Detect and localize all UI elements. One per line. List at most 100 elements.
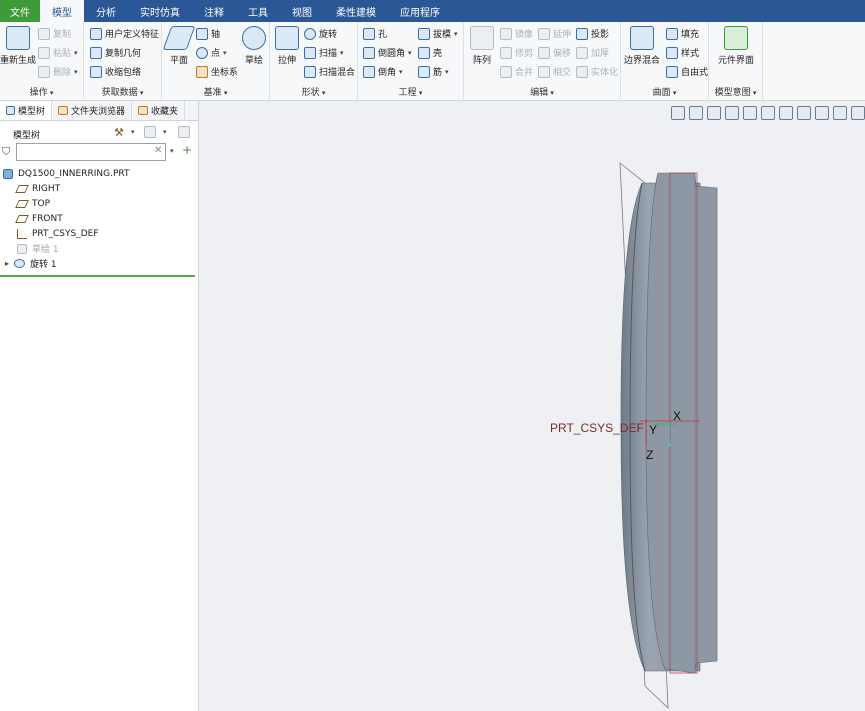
shrinkwrap-label: 收缩包络 — [105, 68, 142, 78]
group-shapes-label[interactable]: 形状 — [270, 85, 357, 98]
group-operations-label[interactable]: 操作 — [0, 85, 83, 98]
tab-folder-browser[interactable]: 文件夹浏览器 — [52, 101, 133, 120]
rib-button[interactable]: 筋 ▾ — [418, 65, 449, 78]
tab-favorites[interactable]: 收藏夹 — [132, 101, 186, 120]
group-surfaces-label[interactable]: 曲面 — [621, 85, 708, 98]
plane-button[interactable]: 平面 — [162, 26, 196, 66]
group-get-data-label[interactable]: 获取数据 — [84, 85, 161, 98]
regenerate-button[interactable]: 重新生成 — [0, 26, 36, 66]
chevron-down-icon[interactable]: ▾ — [170, 147, 174, 155]
boundary-blend-button[interactable]: 边界混合 — [623, 26, 661, 66]
tree-item-top[interactable]: TOP — [15, 196, 51, 211]
tab-analysis[interactable]: 分析 — [84, 0, 128, 22]
trim-button[interactable]: 修剪 — [500, 46, 533, 59]
tree-search-input[interactable] — [16, 143, 166, 161]
show-icon[interactable] — [144, 126, 156, 138]
delete-icon — [38, 65, 50, 78]
thicken-button[interactable]: 加厚 — [576, 46, 609, 59]
add-icon[interactable]: + — [182, 143, 192, 157]
chevron-down-icon[interactable]: ▾ — [131, 128, 135, 136]
component-interface-label: 元件界面 — [717, 56, 754, 66]
freestyle-button[interactable]: 自由式 — [666, 65, 708, 78]
group-editing-label[interactable]: 编辑 — [464, 85, 620, 98]
tab-file[interactable]: 文件 — [0, 0, 40, 22]
offset-button[interactable]: 偏移 — [538, 46, 571, 59]
expand-icon[interactable]: ▸ — [5, 259, 9, 268]
hole-button[interactable]: 孔 — [363, 27, 387, 40]
extrude-button[interactable]: 拉伸 — [273, 26, 301, 66]
trim-icon — [500, 46, 512, 59]
group-datum-label[interactable]: 基准 — [162, 85, 269, 98]
component-interface-button[interactable]: 元件界面 — [713, 26, 759, 66]
swept-blend-button[interactable]: 扫描混合 — [304, 65, 355, 78]
tree-item-revolve[interactable]: ▸ 旋转 1 — [5, 256, 57, 271]
tree-item-right[interactable]: RIGHT — [15, 181, 60, 196]
style-button[interactable]: 样式 — [666, 46, 699, 59]
point-icon — [196, 46, 208, 59]
tab-flexible-modeling[interactable]: 柔性建模 — [324, 0, 388, 22]
chevron-down-icon: ▾ — [454, 29, 458, 38]
tab-annotate[interactable]: 注释 — [192, 0, 236, 22]
copy-button[interactable]: 复制 — [38, 27, 71, 40]
group-model-intent-label[interactable]: 模型意图 — [709, 85, 762, 98]
tree-item-sketch[interactable]: 草绘 1 — [17, 241, 59, 256]
style-icon — [666, 46, 678, 59]
tree-filter: ⛉ ✕ ▾ + — [2, 143, 198, 163]
filter-icon[interactable]: ⛉ — [2, 145, 10, 159]
tab-applications[interactable]: 应用程序 — [388, 0, 452, 22]
tree-item-label: TOP — [32, 198, 51, 209]
group-datum: 平面 轴 点 ▾ 坐标系 草绘 基准 — [162, 22, 270, 101]
copy-geometry-button[interactable]: 复制几何 — [90, 46, 141, 59]
csys-name-label: PRT_CSYS_DEF — [550, 421, 644, 435]
revolve-button[interactable]: 旋转 — [304, 27, 337, 40]
tab-live-simulation[interactable]: 实时仿真 — [128, 0, 192, 22]
tab-model-tree[interactable]: 模型树 — [0, 101, 53, 120]
tree-item-csys[interactable]: PRT_CSYS_DEF — [17, 226, 99, 241]
pattern-button[interactable]: 阵列 — [468, 26, 496, 66]
settings-icon[interactable]: ⚒ — [114, 126, 124, 139]
axis-button[interactable]: 轴 — [196, 27, 220, 40]
merge-button[interactable]: 合并 — [500, 65, 533, 78]
project-button[interactable]: 投影 — [576, 27, 609, 40]
model-tree-icon — [6, 106, 15, 115]
udf-button[interactable]: 用户定义特征 — [90, 27, 159, 40]
sketch-button[interactable]: 草绘 — [240, 26, 268, 66]
tree-item-part[interactable]: DQ1500_INNERRING.PRT — [3, 166, 129, 181]
chevron-down-icon: ▾ — [408, 48, 412, 57]
mirror-button[interactable]: 镜像 — [500, 27, 533, 40]
extend-button[interactable]: 延伸 — [538, 27, 571, 40]
regenerate-icon — [6, 26, 30, 50]
chamfer-button[interactable]: 倒角 ▾ — [363, 65, 403, 78]
tab-model[interactable]: 模型 — [40, 0, 84, 22]
csys-icon — [196, 65, 208, 78]
tree-item-front[interactable]: FRONT — [15, 211, 63, 226]
clear-icon[interactable]: ✕ — [154, 145, 162, 156]
shell-button[interactable]: 壳 — [418, 46, 442, 59]
tab-view[interactable]: 视图 — [280, 0, 324, 22]
shell-label: 壳 — [433, 49, 443, 59]
extend-label: 延伸 — [553, 30, 572, 40]
point-button[interactable]: 点 ▾ — [196, 46, 227, 59]
tree-columns-icon[interactable] — [178, 126, 190, 138]
intersect-button[interactable]: 相交 — [538, 65, 571, 78]
group-surfaces: 边界混合 填充 样式 自由式 曲面 — [621, 22, 709, 101]
model-tree-header: 模型树 ⚒ ▾ ▾ — [0, 123, 199, 143]
sweep-button[interactable]: 扫描 ▾ — [304, 46, 344, 59]
paste-button[interactable]: 粘贴 ▾ — [38, 46, 78, 59]
round-button[interactable]: 倒圆角 ▾ — [363, 46, 412, 59]
delete-button[interactable]: 删除 ▾ — [38, 65, 78, 78]
navigator-tabs: 模型树 文件夹浏览器 收藏夹 — [0, 101, 198, 121]
chevron-down-icon[interactable]: ▾ — [163, 128, 167, 136]
fill-button[interactable]: 填充 — [666, 27, 699, 40]
solidify-button[interactable]: 实体化 — [576, 65, 618, 78]
tab-tools[interactable]: 工具 — [236, 0, 280, 22]
draft-button[interactable]: 拔模 ▾ — [418, 27, 458, 40]
delete-label: 删除 — [53, 68, 72, 78]
shrinkwrap-button[interactable]: 收缩包络 — [90, 65, 141, 78]
chevron-down-icon: ▾ — [74, 67, 78, 76]
group-engineering-label[interactable]: 工程 — [358, 85, 463, 98]
csys-button[interactable]: 坐标系 — [196, 65, 238, 78]
fill-icon — [666, 27, 678, 40]
graphics-window[interactable]: PRT_CSYS_DEF X Y Z — [200, 101, 865, 711]
sweep-label: 扫描 — [319, 49, 338, 59]
